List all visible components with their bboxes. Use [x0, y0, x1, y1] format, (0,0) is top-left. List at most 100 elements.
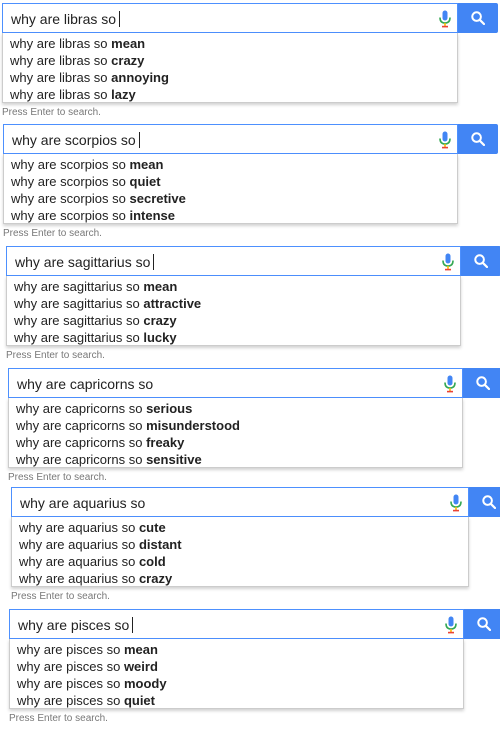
suggestion-item[interactable]: why are capricorns so freaky — [9, 434, 462, 451]
suggestion-item[interactable]: why are scorpios so quiet — [4, 173, 457, 190]
suggestion-prefix: why are capricorns so — [16, 418, 147, 433]
search-input[interactable]: why are capricorns so — [8, 368, 463, 398]
suggestion-completion: attractive — [143, 296, 202, 311]
search-input[interactable]: why are sagittarius so — [6, 246, 461, 276]
search-input[interactable]: why are aquarius so — [11, 487, 469, 517]
search-icon — [476, 376, 490, 390]
search-icon — [471, 132, 485, 146]
suggestions-dropdown: why are sagittarius so mean why are sagit… — [6, 276, 461, 346]
search-query-text: why are scorpios so — [12, 125, 140, 155]
microphone-icon[interactable] — [442, 253, 454, 271]
suggestion-prefix: why are scorpios so — [11, 157, 130, 172]
suggestion-prefix: why are pisces so — [17, 676, 124, 691]
suggestion-completion: annoying — [111, 70, 169, 85]
suggestion-item[interactable]: why are libras so annoying — [3, 69, 457, 86]
suggestion-completion: intense — [129, 208, 176, 223]
suggestion-completion: lazy — [111, 87, 136, 102]
press-enter-hint: Press Enter to search. — [3, 228, 102, 239]
suggestions-dropdown: why are scorpios so mean why are scorpios… — [3, 154, 458, 224]
suggestion-prefix: why are scorpios so — [11, 191, 130, 206]
microphone-icon[interactable] — [450, 494, 462, 512]
press-enter-hint: Press Enter to search. — [6, 350, 105, 361]
suggestion-item[interactable]: why are aquarius so crazy — [12, 570, 468, 587]
suggestion-prefix: why are capricorns so — [16, 435, 147, 450]
suggestion-prefix: why are libras so — [10, 87, 112, 102]
suggestion-item[interactable]: why are capricorns so misunderstood — [9, 417, 462, 434]
suggestion-completion: misunderstood — [146, 418, 240, 433]
suggestion-prefix: why are libras so — [10, 70, 112, 85]
suggestion-completion: serious — [146, 401, 193, 416]
suggestion-prefix: why are pisces so — [17, 659, 124, 674]
search-button[interactable] — [461, 246, 500, 276]
suggestion-completion: cute — [138, 520, 166, 535]
search-input[interactable]: why are libras so — [2, 3, 458, 33]
suggestion-prefix: why are scorpios so — [11, 174, 130, 189]
search-button[interactable] — [458, 3, 498, 33]
suggestion-completion: sensitive — [146, 452, 202, 467]
suggestion-prefix: why are sagittarius so — [14, 279, 144, 294]
suggestion-completion: crazy — [138, 571, 173, 586]
search-query-text: why are capricorns so — [17, 376, 154, 392]
suggestion-prefix: why are pisces so — [17, 693, 124, 708]
suggestion-prefix: why are sagittarius so — [14, 313, 144, 328]
suggestion-item[interactable]: why are scorpios so mean — [4, 156, 457, 173]
suggestion-item[interactable]: why are aquarius so cute — [12, 519, 468, 536]
search-input[interactable]: why are scorpios so — [3, 124, 458, 154]
suggestion-prefix: why are capricorns so — [16, 401, 147, 416]
suggestion-prefix: why are sagittarius so — [14, 330, 144, 345]
suggestion-completion: lucky — [143, 330, 177, 345]
suggestion-item[interactable]: why are libras so mean — [3, 35, 457, 52]
suggestion-prefix: why are sagittarius so — [14, 296, 144, 311]
suggestion-item[interactable]: why are sagittarius so attractive — [7, 295, 460, 312]
search-button[interactable] — [464, 609, 500, 639]
suggestion-item[interactable]: why are sagittarius so mean — [7, 278, 460, 295]
suggestion-item[interactable]: why are pisces so quiet — [10, 692, 463, 709]
suggestion-completion: quiet — [123, 693, 155, 708]
suggestion-item[interactable]: why are pisces so moody — [10, 675, 463, 692]
suggestions-dropdown: why are capricorns so serious why are cap… — [8, 398, 463, 468]
suggestion-prefix: why are pisces so — [17, 642, 124, 657]
suggestion-completion: crazy — [111, 53, 145, 68]
search-query-text: why are aquarius so — [20, 495, 146, 511]
suggestion-item[interactable]: why are libras so lazy — [3, 86, 457, 103]
suggestion-item[interactable]: why are aquarius so distant — [12, 536, 468, 553]
microphone-icon[interactable] — [445, 616, 457, 634]
suggestion-completion: cold — [138, 554, 166, 569]
search-button[interactable] — [463, 368, 500, 398]
suggestion-prefix: why are aquarius so — [19, 554, 139, 569]
search-query-text: why are pisces so — [18, 610, 133, 640]
suggestion-item[interactable]: why are pisces so weird — [10, 658, 463, 675]
microphone-icon[interactable] — [444, 375, 456, 393]
search-button[interactable] — [458, 124, 498, 154]
suggestion-item[interactable]: why are aquarius so cold — [12, 553, 468, 570]
suggestion-completion: freaky — [146, 435, 185, 450]
suggestion-item[interactable]: why are scorpios so secretive — [4, 190, 457, 207]
suggestion-item[interactable]: why are sagittarius so lucky — [7, 329, 460, 346]
search-button[interactable] — [469, 487, 500, 517]
search-icon — [477, 617, 491, 631]
search-icon — [474, 254, 488, 268]
suggestion-completion: moody — [123, 676, 167, 691]
suggestion-prefix: why are scorpios so — [11, 208, 130, 223]
suggestion-item[interactable]: why are capricorns so sensitive — [9, 451, 462, 468]
suggestion-completion: mean — [129, 157, 164, 172]
suggestion-item[interactable]: why are capricorns so serious — [9, 400, 462, 417]
press-enter-hint: Press Enter to search. — [2, 107, 101, 118]
suggestion-item[interactable]: why are scorpios so intense — [4, 207, 457, 224]
search-input[interactable]: why are pisces so — [9, 609, 464, 639]
suggestion-completion: crazy — [143, 313, 177, 328]
suggestion-completion: secretive — [129, 191, 186, 206]
suggestions-dropdown: why are libras so mean why are libras so … — [2, 33, 458, 103]
suggestion-completion: mean — [111, 36, 146, 51]
suggestion-completion: weird — [123, 659, 158, 674]
press-enter-hint: Press Enter to search. — [11, 591, 110, 602]
microphone-icon[interactable] — [439, 131, 451, 149]
suggestion-prefix: why are aquarius so — [19, 520, 139, 535]
suggestion-item[interactable]: why are pisces so mean — [10, 641, 463, 658]
suggestion-item[interactable]: why are sagittarius so crazy — [7, 312, 460, 329]
suggestion-item[interactable]: why are libras so crazy — [3, 52, 457, 69]
suggestion-prefix: why are aquarius so — [19, 537, 139, 552]
suggestion-completion: mean — [143, 279, 178, 294]
press-enter-hint: Press Enter to search. — [8, 472, 107, 483]
microphone-icon[interactable] — [439, 10, 451, 28]
